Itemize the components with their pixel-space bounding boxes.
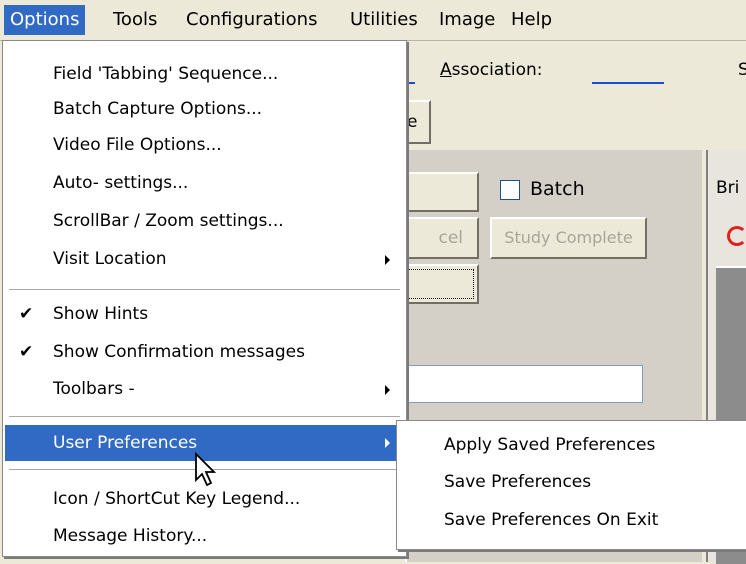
user-preferences-submenu: Apply Saved Preferences Save Preferences… <box>396 420 746 550</box>
menu-item-label: Auto- settings... <box>53 173 189 193</box>
menu-item-show-hints[interactable]: ✔ Show Hints <box>5 297 404 331</box>
menu-item-scrollbar-zoom[interactable]: ScrollBar / Zoom settings... <box>5 204 404 238</box>
menu-tools[interactable]: Tools <box>107 5 163 35</box>
menu-item-label: User Preferences <box>53 433 198 453</box>
submenu-item-save[interactable]: Save Preferences <box>399 465 744 499</box>
menu-item-show-confirmation[interactable]: ✔ Show Confirmation messages <box>5 335 404 369</box>
menu-item-label: Video File Options... <box>53 135 222 155</box>
check-icon: ✔ <box>19 342 34 362</box>
s-label: S <box>738 60 746 80</box>
submenu-item-label: Save Preferences <box>444 472 592 492</box>
batch-label: Batch <box>530 178 585 200</box>
chevron-right-icon <box>385 385 390 395</box>
bri-label: Bri <box>716 178 740 198</box>
chevron-right-icon <box>385 255 390 265</box>
menu-item-video-file[interactable]: Video File Options... <box>5 128 404 162</box>
menu-utilities[interactable]: Utilities <box>344 5 424 35</box>
batch-checkbox[interactable] <box>500 180 520 200</box>
submenu-item-save-on-exit[interactable]: Save Preferences On Exit <box>399 503 744 537</box>
menu-configurations[interactable]: Configurations <box>180 5 323 35</box>
menu-item-message-history[interactable]: Message History... <box>5 519 404 553</box>
menu-item-label: Toolbars - <box>53 379 135 399</box>
menu-item-label: Message History... <box>53 526 208 546</box>
menu-item-label: Field 'Tabbing' Sequence... <box>53 64 279 84</box>
cancel-button[interactable]: cel <box>403 217 479 259</box>
menu-item-batch-capture[interactable]: Batch Capture Options... <box>5 92 404 126</box>
submenu-item-label: Apply Saved Preferences <box>444 435 656 455</box>
menu-options[interactable]: Options <box>4 5 86 35</box>
association-label-text: A <box>440 60 452 80</box>
refresh-icon[interactable] <box>727 226 746 246</box>
menu-item-label: Batch Capture Options... <box>53 99 263 119</box>
mouse-pointer-icon <box>195 452 217 487</box>
association-label-rest: ssociation: <box>451 60 543 80</box>
menu-item-label: Show Confirmation messages <box>53 342 305 362</box>
menu-bar: Options Tools Configurations Utilities I… <box>0 0 746 41</box>
menu-item-label: Icon / ShortCut Key Legend... <box>53 489 301 509</box>
study-complete-button[interactable]: Study Complete <box>490 217 647 259</box>
submenu-item-label: Save Preferences On Exit <box>444 510 659 530</box>
association-value-line <box>592 82 664 84</box>
menu-item-visit-location[interactable]: Visit Location <box>5 242 404 276</box>
menu-item-label: ScrollBar / Zoom settings... <box>53 211 284 231</box>
menu-image[interactable]: Image <box>433 5 501 35</box>
chevron-right-icon <box>385 438 390 448</box>
menu-item-label: Visit Location <box>53 249 167 269</box>
menu-separator <box>9 416 400 418</box>
association-label: Association: <box>440 60 543 80</box>
focused-button[interactable] <box>403 264 479 304</box>
menu-item-auto-settings[interactable]: Auto- settings... <box>5 166 404 200</box>
menu-help[interactable]: Help <box>505 5 558 35</box>
menu-separator <box>9 289 400 291</box>
text-field[interactable] <box>405 365 643 403</box>
top-button[interactable] <box>403 172 479 212</box>
check-icon: ✔ <box>19 304 34 324</box>
submenu-item-apply-saved[interactable]: Apply Saved Preferences <box>399 428 744 462</box>
menu-item-field-tabbing[interactable]: Field 'Tabbing' Sequence... <box>5 57 404 91</box>
e-button[interactable]: e <box>403 100 431 144</box>
menu-item-toolbars[interactable]: Toolbars - <box>5 372 404 406</box>
menu-item-label: Show Hints <box>53 304 149 324</box>
